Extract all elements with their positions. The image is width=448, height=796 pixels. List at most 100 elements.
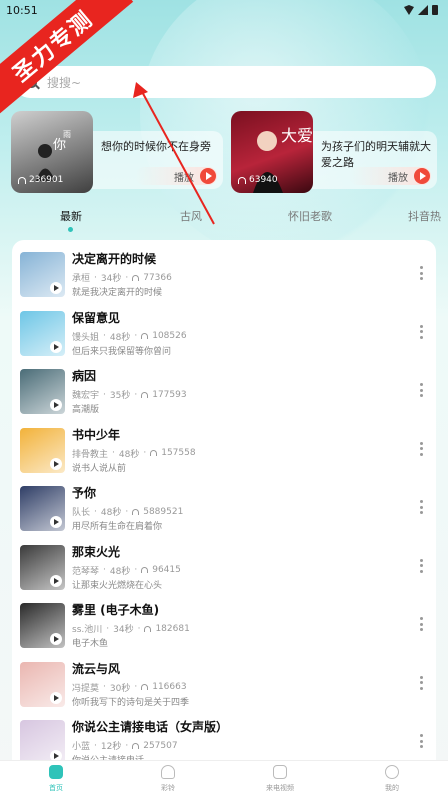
- song-description: 电子木鱼: [72, 639, 109, 649]
- song-row[interactable]: 病因魏宏宇 · 35秒 · 177593 高潮版: [12, 369, 436, 427]
- song-duration: 48秒: [118, 449, 140, 460]
- nav-home[interactable]: 首页: [26, 765, 86, 793]
- play-icon: [50, 574, 62, 587]
- more-options-icon[interactable]: [420, 617, 423, 631]
- song-meta: 排骨教主 · 48秒 · 157558: [72, 448, 196, 460]
- headphones-icon: [132, 274, 140, 281]
- song-cover: [20, 603, 65, 648]
- song-artist: 冯提莫: [72, 683, 100, 694]
- song-row[interactable]: 决定离开的时候 承桓 · 34秒 · 77366 就是我决定离开的时候: [12, 252, 436, 310]
- song-description: 说书人说从前: [72, 463, 127, 474]
- song-plays: 157558: [161, 448, 196, 458]
- more-options-icon[interactable]: [420, 383, 423, 397]
- song-description: 你听我写下的诗句是关于四季: [72, 697, 190, 708]
- song-row[interactable]: 流云与风冯提莫 · 30秒 · 116663 你听我写下的诗句是关于四季: [12, 661, 436, 720]
- song-title: 予你: [72, 486, 97, 500]
- song-meta: 魏宏宇 · 35秒 · 177593: [72, 389, 187, 402]
- song-cover: [20, 427, 65, 473]
- more-options-icon[interactable]: [420, 324, 423, 339]
- song-artist: 魏宏宇: [72, 391, 100, 401]
- song-artist: 队长: [72, 508, 91, 518]
- song-duration: 30秒: [109, 683, 131, 694]
- song-title: 病因: [72, 369, 97, 383]
- song-artist: ss.池川: [72, 625, 103, 635]
- song-title: 雾里 (电子木鱼): [72, 603, 160, 617]
- song-row[interactable]: 你说公主请接电话（女声版） 小蓝·12秒·257507你说公主请接电话: [12, 720, 436, 760]
- nav-call-video[interactable]: 来电视频: [250, 765, 310, 793]
- song-plays: 182681: [155, 623, 190, 634]
- song-cover: [20, 486, 65, 531]
- more-options-icon[interactable]: [420, 675, 423, 690]
- play-icon: [50, 516, 62, 528]
- song-meta: 范琴琴 · 48秒 · 96415: [72, 565, 181, 577]
- play-icon: [50, 750, 62, 760]
- song-row[interactable]: 予你队长 · 48秒 · 5889521 用尽所有生命在肩着你: [12, 486, 436, 544]
- song-row[interactable]: 雾里 (电子木鱼) ss.池川 · 34秒 · 182681 电子木鱼: [12, 603, 436, 661]
- song-row[interactable]: 书中少年排骨教主 · 48秒 · 157558 说书人说从前: [12, 427, 436, 486]
- song-plays: 108526: [152, 331, 187, 341]
- song-meta: ss.池川 · 34秒 · 182681: [72, 623, 190, 636]
- nav-mine[interactable]: 我的: [362, 765, 422, 793]
- song-meta: 队长 · 48秒 · 5889521: [72, 506, 184, 519]
- more-options-icon[interactable]: [420, 266, 423, 280]
- nav-ringtone[interactable]: 彩铃: [138, 765, 198, 793]
- song-meta: 馒头姐 · 48秒 · 108526: [72, 331, 187, 343]
- song-plays: 177593: [152, 389, 187, 400]
- play-icon: [50, 691, 62, 704]
- song-artist: 排骨教主: [72, 449, 109, 460]
- song-meta: 小蓝 · 12秒 · 257507: [72, 740, 178, 753]
- song-description: 用尽所有生命在肩着你: [72, 522, 163, 532]
- song-cover: [20, 310, 65, 356]
- play-icon: [50, 457, 62, 470]
- headphones-icon: [141, 333, 149, 339]
- home-icon: [49, 765, 63, 779]
- song-plays: 257507: [143, 740, 178, 751]
- headphones-icon: [132, 742, 140, 749]
- song-description: 但后来只我保留等你曾问: [72, 346, 172, 357]
- more-options-icon[interactable]: [420, 734, 423, 748]
- song-title: 流云与风: [72, 661, 121, 676]
- song-description: 让那束火光燃烧在心头: [72, 580, 163, 591]
- song-plays: 77366: [143, 272, 172, 283]
- more-options-icon[interactable]: [420, 441, 423, 456]
- headphones-icon: [144, 625, 152, 632]
- user-icon: [385, 765, 399, 779]
- song-title: 你说公主请接电话（女声版）: [72, 720, 229, 734]
- song-duration: 34秒: [100, 274, 122, 284]
- song-artist: 承桓: [72, 274, 91, 284]
- bell-icon: [161, 765, 175, 779]
- song-plays: 5889521: [143, 506, 184, 517]
- more-options-icon[interactable]: [420, 500, 423, 514]
- song-cover: [20, 720, 65, 760]
- song-cover: [20, 369, 65, 414]
- song-description: 高潮版: [72, 405, 100, 415]
- play-icon: [50, 633, 62, 645]
- play-icon: [50, 282, 62, 294]
- song-artist: 馒头姐: [72, 332, 100, 343]
- song-duration: 34秒: [113, 625, 134, 635]
- song-plays: 96415: [152, 565, 181, 575]
- headphones-icon: [141, 567, 149, 573]
- song-duration: 48秒: [109, 332, 131, 343]
- headphones-icon: [141, 684, 149, 690]
- song-title: 书中少年: [72, 427, 121, 442]
- more-options-icon[interactable]: [420, 558, 423, 573]
- song-title: 保留意见: [72, 310, 121, 325]
- song-duration: 48秒: [100, 508, 122, 518]
- play-icon: [50, 340, 62, 353]
- phone-icon: [273, 765, 287, 779]
- song-title: 那束火光: [72, 544, 121, 559]
- song-list: 决定离开的时候 承桓 · 34秒 · 77366 就是我决定离开的时候 保留意见馒头姐 · 48秒…: [12, 240, 436, 760]
- song-meta: 承桓 · 34秒 · 77366: [72, 272, 172, 285]
- headphones-icon: [150, 450, 158, 456]
- song-duration: 35秒: [109, 391, 131, 401]
- song-row[interactable]: 保留意见馒头姐 · 48秒 · 108526 但后来只我保留等你曾问: [12, 310, 436, 369]
- song-cover: [20, 661, 65, 707]
- headphones-icon: [141, 391, 149, 398]
- song-artist: 小蓝: [72, 742, 91, 752]
- song-row[interactable]: 那束火光范琴琴 · 48秒 · 96415 让那束火光燃烧在心头: [12, 544, 436, 603]
- song-description: 你说公主请接电话: [72, 753, 144, 760]
- song-meta: 冯提莫 · 30秒 · 116663: [72, 682, 187, 694]
- song-duration: 12秒: [100, 742, 122, 752]
- song-artist: 范琴琴: [72, 566, 100, 577]
